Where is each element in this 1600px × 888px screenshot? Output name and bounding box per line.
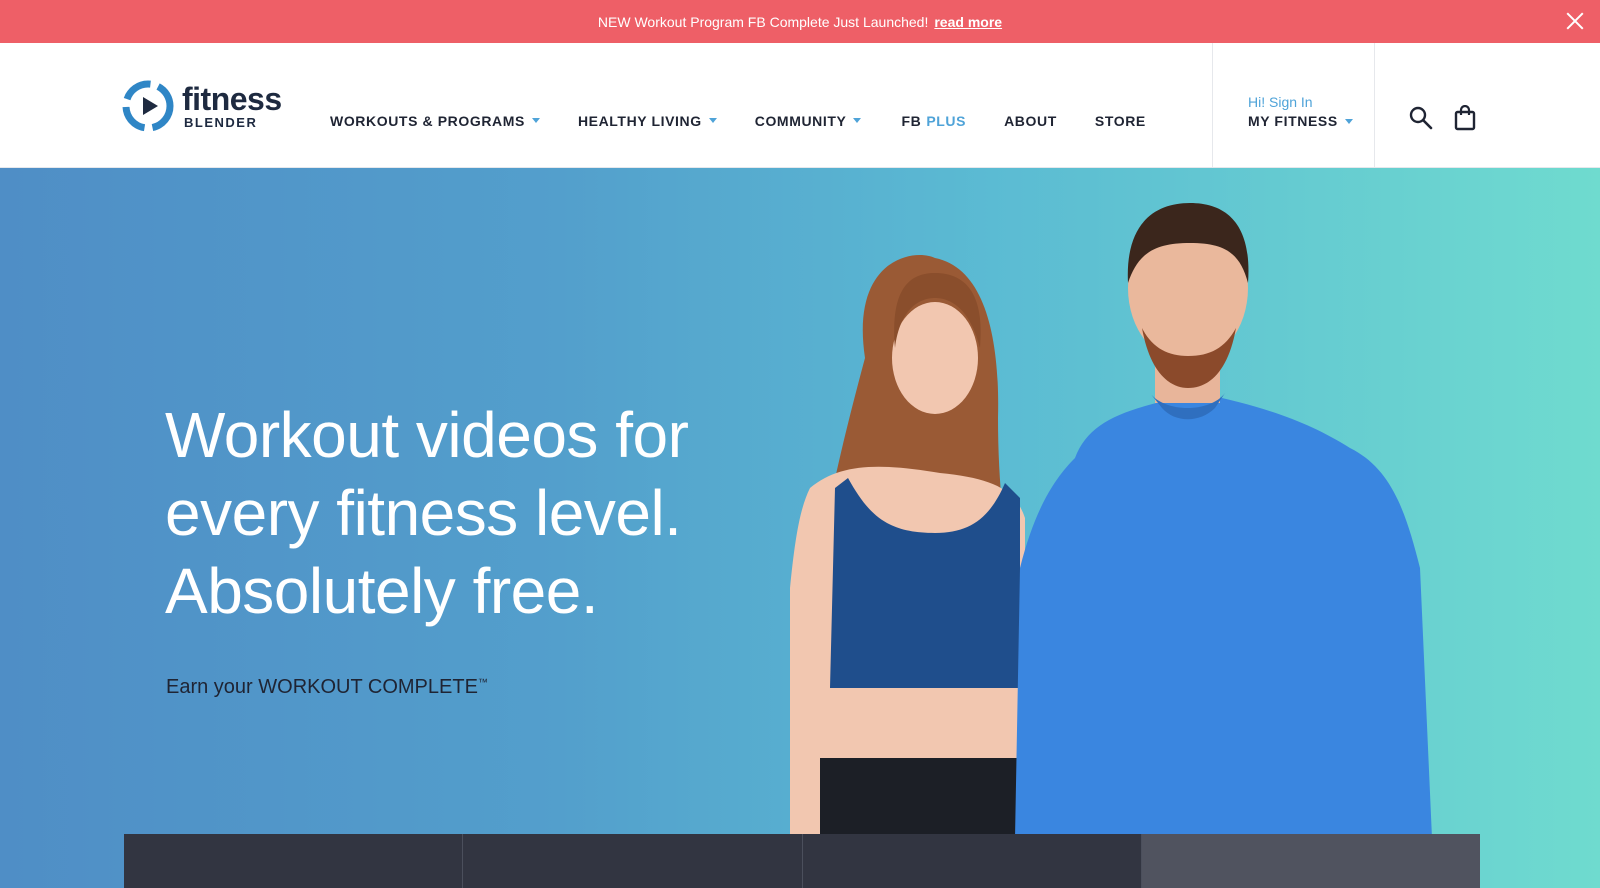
nav-item-label: HEALTHY LIVING bbox=[577, 112, 702, 129]
logo[interactable]: fitness BLENDER bbox=[122, 76, 312, 136]
caret-down-icon bbox=[531, 118, 540, 123]
nav-item-about[interactable]: ABOUT bbox=[1004, 113, 1057, 129]
read-more-link[interactable]: read more bbox=[934, 14, 1002, 30]
announcement-message: NEW Workout Program FB Complete Just Lau… bbox=[597, 13, 929, 30]
caret-down-icon bbox=[853, 118, 862, 123]
my-fitness-label: MY FITNESS bbox=[1248, 113, 1338, 129]
logo-wordmark: fitness BLENDER bbox=[182, 83, 282, 129]
close-icon[interactable] bbox=[1564, 10, 1586, 32]
hero-section: Workout videos for every fitness level. … bbox=[0, 168, 1600, 888]
hero-subline-text: Earn your WORKOUT COMPLETE bbox=[166, 676, 478, 698]
feature-tile[interactable] bbox=[463, 834, 803, 888]
announcement-bar: NEW Workout Program FB Complete Just Lau… bbox=[0, 0, 1600, 43]
trainer-woman-figure bbox=[790, 254, 1035, 838]
nav-item-store[interactable]: STORE bbox=[1095, 113, 1146, 129]
nav-item-label: ABOUT bbox=[1004, 112, 1057, 129]
feature-tile[interactable] bbox=[1141, 834, 1480, 888]
feature-tile[interactable] bbox=[802, 834, 1142, 888]
main-nav: WORKOUTS & PROGRAMS HEALTHY LIVING COMMU… bbox=[330, 43, 1184, 168]
nav-item-healthy-living[interactable]: HEALTHY LIVING bbox=[578, 113, 717, 129]
nav-item-community[interactable]: COMMUNITY bbox=[755, 113, 862, 129]
hero-trainers-image bbox=[790, 203, 1432, 838]
nav-item-label: STORE bbox=[1094, 112, 1146, 129]
nav-item-label: WORKOUTS & PROGRAMS bbox=[330, 112, 525, 129]
sign-in-link[interactable]: Hi! Sign In bbox=[1248, 94, 1374, 110]
nav-item-fb-plus[interactable]: FB PLUS bbox=[901, 113, 966, 129]
logo-play-icon bbox=[122, 80, 174, 132]
hero-headline: Workout videos for every fitness level. … bbox=[165, 399, 689, 627]
header-tools bbox=[1408, 105, 1478, 131]
nav-item-label: COMMUNITY bbox=[754, 112, 847, 129]
logo-word-blender: BLENDER bbox=[184, 115, 258, 130]
feature-tiles-strip bbox=[124, 834, 1480, 888]
nav-item-label: FB bbox=[901, 112, 922, 129]
caret-down-icon bbox=[708, 118, 717, 123]
logo-word-fitness: fitness bbox=[182, 81, 282, 117]
trademark-symbol: ™ bbox=[477, 677, 488, 689]
nav-item-plus-label: PLUS bbox=[926, 112, 967, 129]
shopping-bag-icon[interactable] bbox=[1452, 105, 1478, 131]
caret-down-icon bbox=[1344, 118, 1353, 124]
account-menu[interactable]: Hi! Sign In MY FITNESS bbox=[1212, 43, 1375, 168]
trainer-man-figure bbox=[1015, 203, 1432, 838]
hero-subline: Earn your WORKOUT COMPLETE™ bbox=[166, 676, 488, 699]
search-icon[interactable] bbox=[1408, 105, 1434, 131]
feature-tile[interactable] bbox=[124, 834, 464, 888]
my-fitness-menu[interactable]: MY FITNESS bbox=[1248, 113, 1374, 129]
nav-item-workouts-programs[interactable]: WORKOUTS & PROGRAMS bbox=[330, 113, 540, 129]
site-header: fitness BLENDER WORKOUTS & PROGRAMS HEAL… bbox=[0, 43, 1600, 168]
